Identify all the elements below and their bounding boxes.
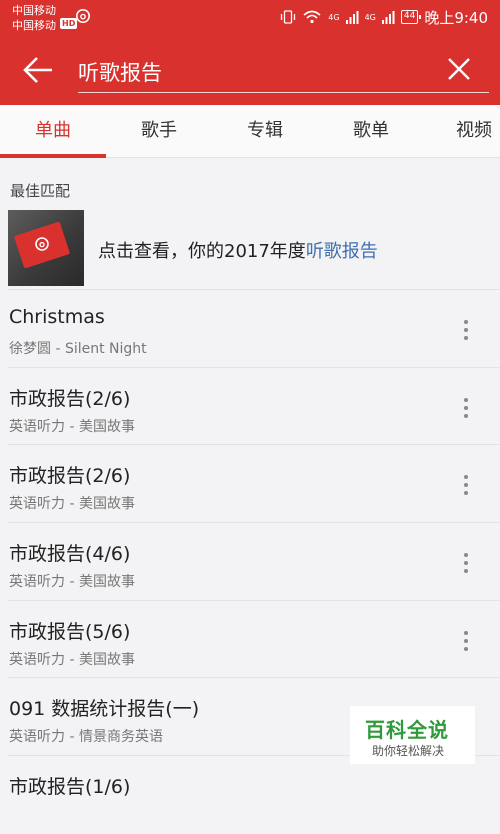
tab-playlists[interactable]: 歌单 xyxy=(318,105,424,158)
best-match-title: 最佳匹配 xyxy=(10,182,71,200)
song-row[interactable]: 市政报告(2/6) 英语听力 - 美国故事 xyxy=(0,368,500,446)
search-header: 听歌报告 xyxy=(0,35,500,105)
tab-songs[interactable]: 单曲 xyxy=(0,105,106,158)
more-options-icon[interactable] xyxy=(456,318,476,342)
signal-icon-1 xyxy=(345,11,359,24)
best-match-text: 点击查看，你的2017年度听歌报告 xyxy=(98,237,378,263)
song-row[interactable]: Christmas 徐梦圆 - Silent Night xyxy=(0,290,500,368)
song-subtitle: 英语听力 - 美国故事 xyxy=(9,574,135,591)
search-input[interactable]: 听歌报告 xyxy=(78,53,489,93)
song-row[interactable]: 市政报告(4/6) 英语听力 - 美国故事 xyxy=(0,523,500,601)
carrier-label-2: 中国移动 xyxy=(12,19,56,32)
watermark-subtitle: 助你轻松解决 xyxy=(372,744,445,758)
tab-videos[interactable]: 视频 xyxy=(424,105,500,158)
best-match-prefix: 点击查看，你的2017年度 xyxy=(98,241,306,262)
status-bar: 中国移动 中国移动 HD 4G 4G 44 晚上9:40 xyxy=(0,0,500,35)
back-arrow-icon[interactable] xyxy=(22,55,54,85)
song-subtitle: 英语听力 - 情景商务英语 xyxy=(9,729,163,746)
wifi-icon xyxy=(303,10,321,24)
network-type-1: 4G xyxy=(328,12,340,22)
netease-logo-icon xyxy=(35,237,49,251)
netease-music-icon xyxy=(76,9,90,23)
song-subtitle: 英语听力 - 美国故事 xyxy=(9,496,135,513)
song-title: Christmas xyxy=(9,306,105,328)
status-icons: 4G 4G 44 晚上9:40 xyxy=(280,6,488,28)
more-options-icon[interactable] xyxy=(456,396,476,420)
song-row[interactable]: 市政报告(2/6) 英语听力 - 美国故事 xyxy=(0,445,500,524)
song-title: 市政报告(4/6) xyxy=(9,543,131,566)
best-match-item[interactable]: 点击查看，你的2017年度听歌报告 xyxy=(8,209,500,289)
carrier-label-1: 中国移动 xyxy=(12,4,56,17)
song-title: 市政报告(5/6) xyxy=(9,620,131,643)
result-tabs: 单曲 歌手 专辑 歌单 视频 xyxy=(0,105,500,158)
watermark-logo: 百科全说 助你轻松解决 xyxy=(350,706,475,764)
song-title: 市政报告(1/6) xyxy=(9,776,131,799)
song-subtitle: 徐梦圆 - Silent Night xyxy=(9,341,147,357)
tab-artists[interactable]: 歌手 xyxy=(106,105,212,158)
best-match-thumbnail xyxy=(8,210,84,286)
vibrate-icon xyxy=(281,10,296,24)
song-row[interactable]: 市政报告(1/6) xyxy=(0,756,500,834)
song-subtitle: 英语听力 - 美国故事 xyxy=(9,418,135,435)
tab-albums[interactable]: 专辑 xyxy=(212,105,318,158)
clock: 晚上9:40 xyxy=(424,8,488,27)
battery-indicator: 44 xyxy=(400,10,422,24)
song-title: 市政报告(2/6) xyxy=(9,387,131,410)
close-icon[interactable] xyxy=(447,57,471,81)
active-tab-indicator xyxy=(0,154,106,158)
best-match-highlight: 听歌报告 xyxy=(305,241,378,262)
song-title: 091 数据统计报告(一) xyxy=(9,698,200,721)
song-title: 市政报告(2/6) xyxy=(9,465,131,488)
search-query-text: 听歌报告 xyxy=(78,61,162,85)
song-subtitle: 英语听力 - 美国故事 xyxy=(9,651,135,668)
song-row[interactable]: 市政报告(5/6) 英语听力 - 美国故事 xyxy=(0,601,500,679)
watermark-title: 百科全说 xyxy=(365,718,449,742)
more-options-icon[interactable] xyxy=(456,473,476,497)
network-type-2: 4G xyxy=(364,12,376,22)
more-options-icon[interactable] xyxy=(456,629,476,653)
signal-icon-2 xyxy=(381,11,395,24)
more-options-icon[interactable] xyxy=(456,551,476,575)
